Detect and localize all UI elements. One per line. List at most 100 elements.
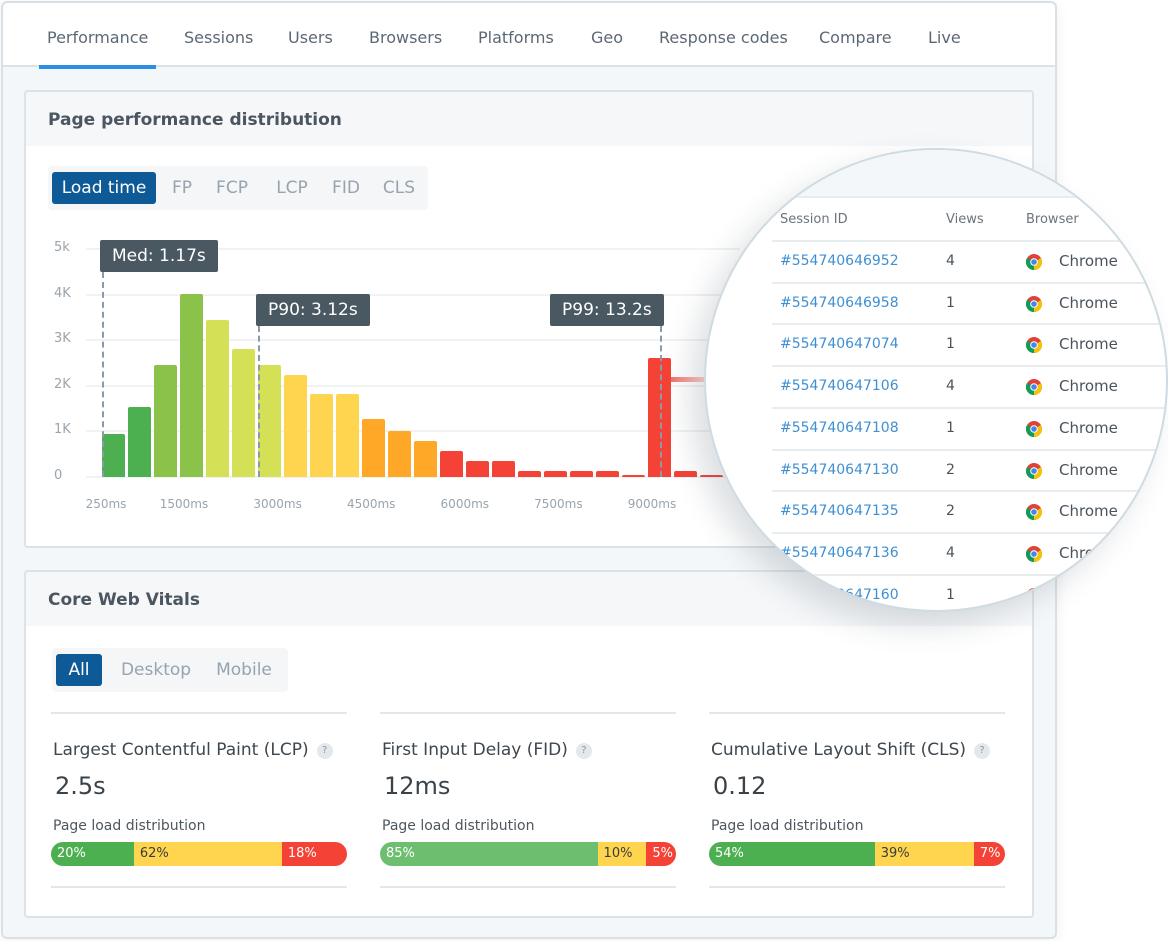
tab-geo[interactable]: Geo <box>591 3 623 67</box>
metric-tab-load-time[interactable]: Load time <box>52 172 156 204</box>
metric-tab-fid[interactable]: FID <box>326 172 366 204</box>
distribution-segment: 5% <box>646 842 676 866</box>
vital-value: 2.5s <box>55 772 106 800</box>
browser-name: Chrome <box>1059 543 1118 562</box>
help-icon[interactable]: ? <box>316 743 333 759</box>
distribution-segment: 62% <box>133 842 282 866</box>
table-row[interactable]: #554740647108 1 Chrome <box>772 408 1166 450</box>
vital-subtitle: Page load distribution <box>711 818 864 834</box>
tab-sessions[interactable]: Sessions <box>184 3 253 67</box>
chrome-icon <box>1025 295 1043 312</box>
chrome-icon <box>1025 254 1043 270</box>
browser-name: Chrome <box>1059 418 1118 437</box>
main-tab-bar: Performance Sessions Users Browsers Plat… <box>3 3 1055 69</box>
distribution-segment: 85% <box>380 842 598 866</box>
views-count: 2 <box>946 503 955 520</box>
tab-browsers[interactable]: Browsers <box>369 3 442 67</box>
distribution-segment: 18% <box>281 842 347 866</box>
metric-tab-fp[interactable]: FP <box>164 172 200 204</box>
distribution-bar: 20% 62% 18% <box>51 842 347 866</box>
session-id-link[interactable]: #554740646958 <box>780 295 899 311</box>
chrome-icon <box>1025 462 1043 479</box>
table-row[interactable]: #554740646958 1 Chrome <box>772 283 1166 325</box>
session-id-link[interactable]: #554740647136 <box>780 545 899 561</box>
device-tab-desktop[interactable]: Desktop <box>114 654 198 686</box>
session-id-link[interactable]: #554740647106 <box>780 378 899 394</box>
tab-response-codes[interactable]: Response codes <box>659 3 788 67</box>
vital-metric: Cumulative Layout Shift (CLS)? 0.12 Page l… <box>709 712 1005 888</box>
browser-name: Chrome <box>1059 252 1118 270</box>
vital-title-text: Largest Contentful Paint (LCP) <box>53 740 309 760</box>
distribution-segment: 7% <box>973 842 1005 866</box>
vital-metric: Largest Contentful Paint (LCP)? 2.5s Page … <box>51 712 347 888</box>
card-title: Page performance distribution <box>26 92 1032 146</box>
vital-subtitle: Page load distribution <box>53 818 206 834</box>
browser-name: Chrome <box>1059 293 1118 312</box>
metric-tab-fcp[interactable]: FCP <box>208 172 256 204</box>
distribution-bar: 54% 39% 7% <box>709 842 1005 866</box>
device-tabs: All Desktop Mobile <box>52 648 288 692</box>
vital-value: 0.12 <box>713 772 767 800</box>
views-count: 1 <box>946 419 955 436</box>
chrome-icon <box>1025 587 1043 604</box>
vital-metric: First Input Delay (FID)? 12ms Page load di… <box>380 712 676 888</box>
sessions-magnifier: Session ID Views Browser #554740646952 4 C… <box>704 148 1168 612</box>
views-count: 4 <box>946 253 955 269</box>
views-count: 1 <box>946 586 955 603</box>
vital-subtitle: Page load distribution <box>382 818 535 834</box>
vital-value: 12ms <box>384 772 451 800</box>
vital-title-text: Cumulative Layout Shift (CLS) <box>711 740 967 760</box>
table-row[interactable]: #554740647135 2 Chrome <box>772 491 1166 533</box>
distribution-segment: 20% <box>51 842 134 866</box>
metric-tab-lcp[interactable]: LCP <box>268 172 316 204</box>
browser-name: Chrome <box>1059 502 1118 521</box>
session-id-link[interactable]: #554740647130 <box>780 462 899 478</box>
table-row[interactable]: #554740647160 1 Chrome <box>772 575 1166 610</box>
vital-title: Cumulative Layout Shift (CLS)? <box>711 740 991 760</box>
vital-title: First Input Delay (FID)? <box>382 740 592 760</box>
browser-name: Chrome <box>1059 585 1118 604</box>
help-icon[interactable]: ? <box>974 743 991 759</box>
table-row[interactable]: #554740646952 4 Chrome <box>772 241 1166 283</box>
vital-title: Largest Contentful Paint (LCP)? <box>53 740 333 760</box>
views-count: 1 <box>946 336 955 353</box>
column-header-views[interactable]: Views <box>946 212 984 227</box>
session-id-link[interactable]: #554740647135 <box>780 503 899 519</box>
chrome-icon <box>1025 379 1043 396</box>
table-row[interactable]: #554740647130 2 Chrome <box>772 450 1166 492</box>
device-tab-mobile[interactable]: Mobile <box>206 654 282 686</box>
chrome-icon <box>1025 504 1043 521</box>
distribution-segment: 54% <box>709 842 875 866</box>
tab-compare[interactable]: Compare <box>819 3 892 67</box>
device-tab-all[interactable]: All <box>56 654 102 686</box>
distribution-bar: 85% 10% 5% <box>380 842 676 866</box>
column-header-browser[interactable]: Browser <box>1026 212 1079 227</box>
distribution-segment: 10% <box>597 842 647 866</box>
table-row[interactable]: #554740647074 1 Chrome <box>772 324 1166 366</box>
tab-live[interactable]: Live <box>928 3 961 67</box>
tab-performance[interactable]: Performance <box>38 3 157 69</box>
session-id-link[interactable]: #554740646952 <box>780 253 899 269</box>
table-row[interactable]: #554740647106 4 Chrome <box>772 366 1166 408</box>
session-id-link[interactable]: #554740647108 <box>780 420 899 436</box>
tab-users[interactable]: Users <box>288 3 333 67</box>
column-header-session-id[interactable]: Session ID <box>780 212 848 227</box>
views-count: 4 <box>946 544 955 561</box>
session-id-link[interactable]: #554740647074 <box>780 336 899 352</box>
distribution-segment: 39% <box>874 842 974 866</box>
chrome-icon <box>1025 545 1043 562</box>
metric-tabs: Load time FP FCP LCP FID CLS <box>48 166 428 210</box>
help-icon[interactable]: ? <box>575 743 592 759</box>
chrome-icon <box>1025 337 1043 354</box>
browser-name: Chrome <box>1059 377 1118 396</box>
views-count: 4 <box>946 378 955 395</box>
views-count: 2 <box>946 461 955 478</box>
browser-name: Chrome <box>1059 460 1118 479</box>
table-row[interactable]: #554740647136 4 Chrome <box>772 533 1166 575</box>
session-id-link[interactable]: #554740647160 <box>780 587 899 603</box>
chrome-icon <box>1025 420 1043 437</box>
metric-tab-cls[interactable]: CLS <box>376 172 422 204</box>
vital-title-text: First Input Delay (FID) <box>382 740 568 760</box>
tab-platforms[interactable]: Platforms <box>478 3 554 67</box>
browser-name: Chrome <box>1059 335 1118 354</box>
